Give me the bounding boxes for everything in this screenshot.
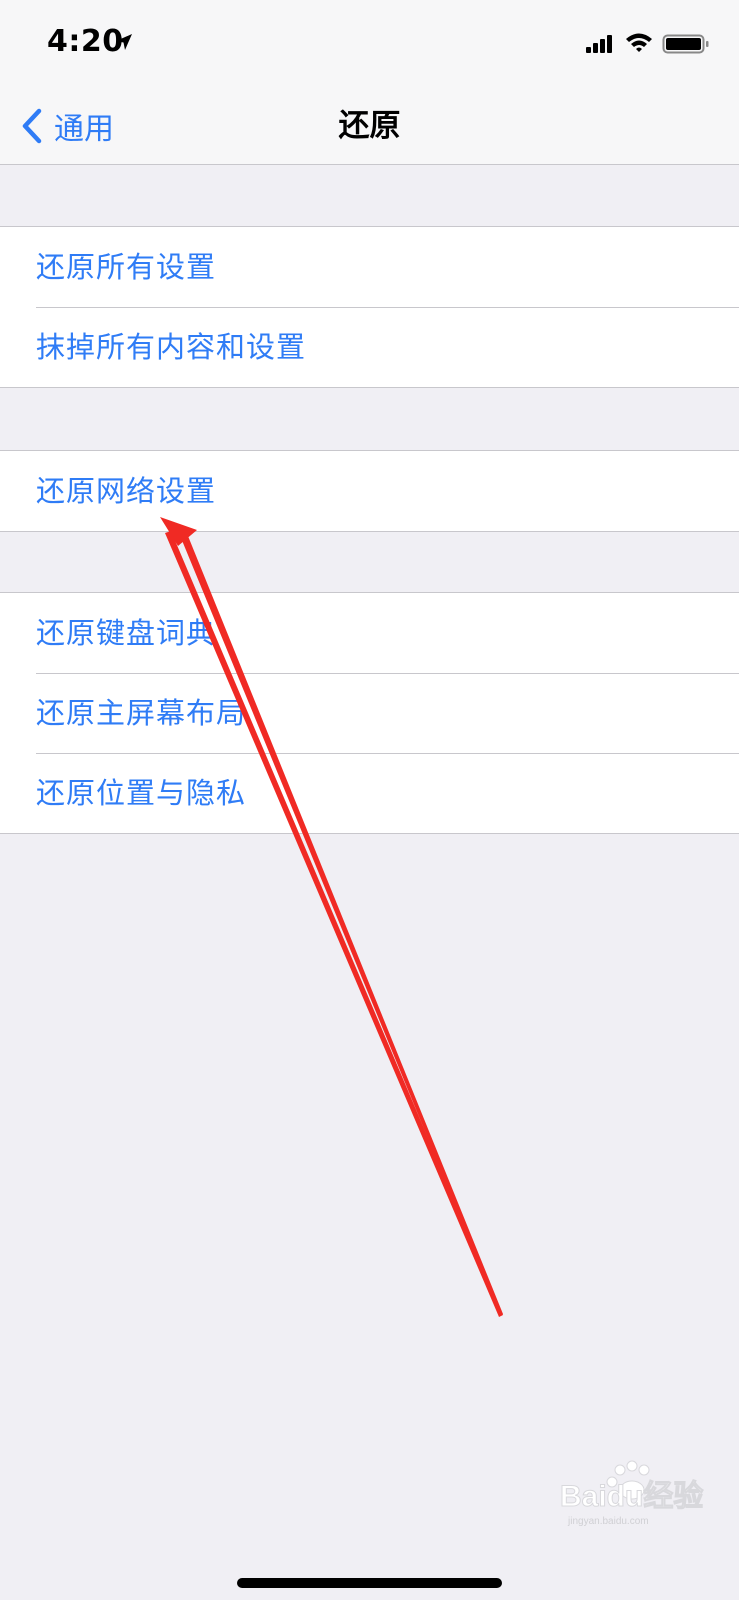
battery-icon — [662, 34, 709, 54]
watermark-brand: Baidu经验 — [560, 1479, 703, 1513]
reset-keyboard-dictionary-row[interactable]: 还原键盘词典 — [0, 593, 739, 673]
back-button[interactable]: 通用 — [20, 104, 114, 148]
row-label: 还原位置与隐私 — [36, 776, 247, 810]
navigation-bar: 通用 还原 — [0, 88, 739, 165]
erase-all-content-row[interactable]: 抹掉所有内容和设置 — [0, 307, 739, 387]
baidu-jingyan-watermark: Baidu经验 jingyan.baidu.com — [560, 1460, 704, 1527]
reset-home-screen-layout-row[interactable]: 还原主屏幕布局 — [0, 673, 739, 753]
row-label: 还原主屏幕布局 — [36, 696, 247, 730]
status-bar: 4:20 — [0, 0, 739, 88]
settings-group-network: 还原网络设置 — [0, 450, 739, 532]
row-label: 还原网络设置 — [36, 474, 217, 508]
wifi-icon — [626, 33, 652, 52]
status-time: 4:20 — [47, 24, 124, 59]
chevron-left-icon — [22, 108, 42, 144]
row-label: 还原所有设置 — [36, 250, 217, 284]
location-arrow-icon — [116, 34, 132, 50]
home-indicator[interactable] — [237, 1578, 502, 1588]
reset-network-settings-row[interactable]: 还原网络设置 — [0, 451, 739, 531]
settings-group-reset-all: 还原所有设置 抹掉所有内容和设置 — [0, 226, 739, 388]
back-button-label: 通用 — [54, 112, 114, 147]
watermark-domain: jingyan.baidu.com — [567, 1516, 649, 1527]
row-label: 还原键盘词典 — [36, 616, 217, 650]
row-label: 抹掉所有内容和设置 — [36, 330, 307, 364]
cellular-signal-icon — [586, 35, 612, 53]
reset-all-settings-row[interactable]: 还原所有设置 — [0, 227, 739, 307]
reset-location-privacy-row[interactable]: 还原位置与隐私 — [0, 753, 739, 833]
settings-group-other-resets: 还原键盘词典 还原主屏幕布局 还原位置与隐私 — [0, 592, 739, 834]
